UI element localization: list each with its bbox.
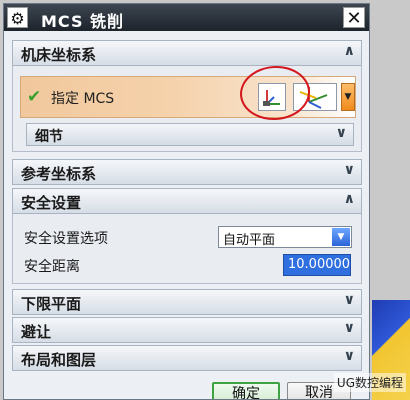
chevron-up-icon[interactable]: ∧ bbox=[344, 191, 355, 207]
chevron-down-icon[interactable]: ∨ bbox=[344, 320, 355, 336]
section-label: 布局和图层 bbox=[21, 351, 97, 369]
chevron-down-icon[interactable]: ▼ bbox=[341, 83, 355, 111]
details-subsection[interactable]: 细节 ∨ bbox=[26, 123, 354, 146]
mcs-milling-dialog: ⚙ MCS 铣削 ✕ 机床坐标系 ∧ ✔ 指定 MCS ▼ 细节 ∨ 参考坐标系… bbox=[3, 3, 370, 400]
section-label: 安全设置 bbox=[21, 194, 82, 212]
watermark: UG数控编程 bbox=[333, 373, 406, 392]
check-icon: ✔ bbox=[27, 87, 42, 107]
ok-button[interactable]: 确定 bbox=[212, 382, 280, 399]
section-label: 参考坐标系 bbox=[21, 165, 97, 183]
section-avoidance[interactable]: 避让 ∨ bbox=[12, 317, 362, 343]
close-icon[interactable]: ✕ bbox=[343, 7, 365, 29]
chevron-down-icon[interactable]: ∨ bbox=[336, 125, 347, 141]
section-clearance[interactable]: 安全设置 ∧ bbox=[12, 188, 362, 214]
chevron-down-icon[interactable]: ∨ bbox=[344, 292, 355, 308]
section-lower-limit[interactable]: 下限平面 ∨ bbox=[12, 289, 362, 315]
dialog-title: MCS 铣削 bbox=[41, 12, 125, 31]
details-label: 细节 bbox=[35, 129, 63, 145]
chevron-up-icon[interactable]: ∧ bbox=[344, 43, 355, 59]
section-reference-csys[interactable]: 参考坐标系 ∨ bbox=[12, 159, 362, 185]
chevron-down-icon[interactable]: ∨ bbox=[344, 162, 355, 178]
section-label: 避让 bbox=[21, 323, 52, 341]
clearance-option-value: 自动平面 bbox=[223, 233, 276, 248]
section-label: 机床坐标系 bbox=[21, 46, 97, 64]
chevron-down-icon[interactable]: ▼ bbox=[332, 228, 350, 246]
gear-icon[interactable]: ⚙ bbox=[7, 7, 28, 28]
clearance-option-select[interactable]: 自动平面 ▼ bbox=[218, 226, 352, 248]
specify-mcs-label: 指定 MCS bbox=[51, 91, 115, 107]
clearance-distance-label: 安全距离 bbox=[24, 259, 80, 275]
chevron-down-icon[interactable]: ∨ bbox=[344, 348, 355, 364]
clearance-option-label: 安全设置选项 bbox=[24, 231, 108, 247]
title-bar: ⚙ MCS 铣削 ✕ bbox=[4, 4, 369, 31]
clearance-distance-input[interactable]: 10.00000 bbox=[283, 254, 351, 276]
section-label: 下限平面 bbox=[21, 295, 82, 313]
section-machine-csys[interactable]: 机床坐标系 ∧ bbox=[12, 40, 362, 66]
section-layout-layers[interactable]: 布局和图层 ∨ bbox=[12, 345, 362, 371]
